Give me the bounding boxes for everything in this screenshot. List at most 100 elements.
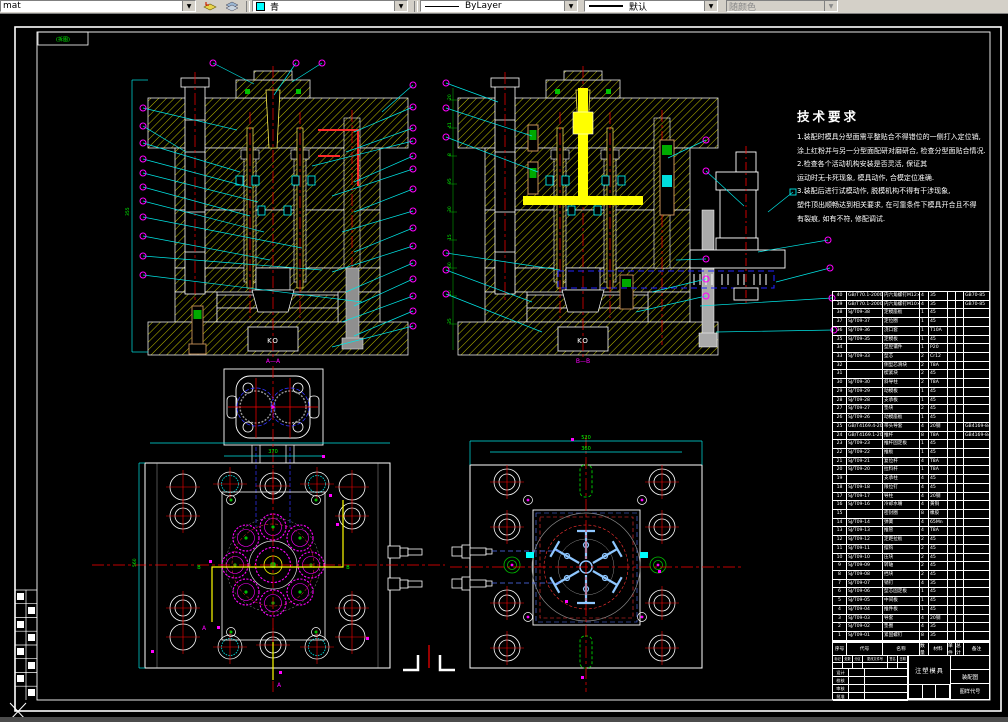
dim-label: 370 (268, 449, 278, 455)
dim-label: 360 (581, 446, 591, 452)
tech-requirements: 技术要求 1.装配时模具分型面需平整贴合不得错位的一侧打入定位销, 涂上红粉并与另… (797, 106, 1003, 226)
section-b-label: B—B (576, 358, 590, 365)
sheet-type-label: 装配图 (951, 670, 989, 684)
tech-requirement-line: 2.检查各个活动机构安装是否灵活, 保证其 (797, 160, 928, 169)
layer-color-swatch (256, 1, 265, 11)
text-style-combo[interactable]: mat ▼ (0, 0, 196, 12)
make-layer-current-button[interactable] (200, 0, 220, 12)
bom-row: 25GB/T4169.4-2006带头导套420钢GB4169-84 (833, 422, 989, 432)
bom-row: 20 SJ/T09-20 拉料杆 1 T8A (833, 466, 989, 476)
titleblock-empty-cell (951, 656, 989, 670)
title-block: 标记 处数 分区 更改文件号 签名 日期 设计 校核 审核 批准 注塑模具 装配图 图样代号 (832, 655, 990, 701)
application-window: (拆图) 355 KO A—A 20 41 8 95 30 15 60 10 3… (0, 0, 1008, 722)
plotstyle-value: 随颜色 (729, 2, 757, 12)
svg-text:20: 20 (447, 94, 453, 100)
bom-row: 26 SJ/T09-26 动模座板 1 45 (833, 414, 989, 423)
bom-row: 21 SJ/T09-21 复位杆 4 T8A (833, 457, 989, 467)
section-arrow-label: A (277, 682, 282, 689)
bom-row: 32 侧型芯滑块 2 T8A (833, 361, 989, 371)
tech-requirement-line: 运动时无卡死现象, 模具动作, 合模定位准确. (797, 173, 935, 182)
mark-label: B (346, 565, 350, 571)
bom-row: 35 SJ/T09-35 定模板 1 45 (833, 335, 989, 345)
bom-headers: 序号 代号 名称 数量 材料 单件 总计 备注 (832, 641, 990, 656)
layers-stack-icon (225, 1, 239, 11)
bom-row: 7 SJ/T09-07 销钉 4 35 (833, 579, 989, 589)
bom-row: 24GB/T4169.1-2006推杆8T8AGB4169-84 (833, 431, 989, 441)
dim-label: 560 (132, 558, 138, 567)
bom-row: 2 SJ/T09-02 垫圈 4 35 (833, 623, 989, 633)
dropdown-arrow-icon[interactable]: ▼ (182, 1, 195, 11)
bom-table: 40GB/T70.1-2000内六角螺钉M12×40435GB70-8539GB… (832, 291, 990, 656)
bom-row: 38 SJ/T09-38 定模座板 1 45 (833, 309, 989, 319)
titleblock-name-area: 注塑模具 装配图 图样代号 (909, 656, 989, 699)
tech-requirement-line: 涂上红粉并与另一分型面配研对磨研合, 检查分型面贴合情况. (797, 146, 986, 155)
bom-row: 36 SJ/T09-36 浇口套 1 T10A (833, 326, 989, 336)
tech-requirement-line: 塑件顶出顺畅达到相关要求, 在可靠条件下模具开合且不得 (797, 200, 977, 209)
layer-value: 青 (270, 2, 280, 12)
linetype-combo[interactable]: ByLayer ▼ (420, 0, 578, 12)
titleblock-approval-col: 设计 校核 审核 批准 (833, 669, 908, 701)
bom-row: 23 SJ/T09-23 推杆固定板 1 45 (833, 440, 989, 449)
ko-label-a: KO (267, 337, 279, 345)
tech-requirement-line: 有裂痕, 如有不符, 修配调试. (797, 214, 886, 223)
bom-row: 29 SJ/T09-29 动模板 1 45 (833, 387, 989, 397)
bom-row: 6 SJ/T09-06 型芯固定板 1 45 (833, 588, 989, 598)
toolbar-separator (246, 1, 250, 12)
plan-view-left: A A B B 560 370 (92, 366, 445, 692)
svg-text:15: 15 (447, 234, 453, 240)
sheet-corner-label: (拆图) (56, 36, 70, 43)
tech-requirement-line: 3.装配后进行试模动作, 脱模机构不得有干涉现象, (797, 187, 951, 196)
bom-row: 37 SJ/T09-37 定位圈 1 45 (833, 318, 989, 327)
section-view-b: 20418953015601035 (447, 65, 786, 361)
dropdown-arrow-icon[interactable]: ▼ (704, 1, 717, 11)
svg-text:8: 8 (447, 153, 453, 156)
bom-row: 28 SJ/T09-28 支承板 1 45 (833, 396, 989, 406)
bom-row: 33 SJ/T09-33 型芯 2 Cr12 (833, 353, 989, 362)
bom-row: 18 SJ/T09-18 限位钉 4 45 (833, 483, 989, 493)
drawing-code-label: 图样代号 (959, 689, 981, 695)
svg-text:95: 95 (447, 178, 453, 184)
dim-ticks-b: 20418953015601035 (447, 94, 453, 324)
titleblock-signature-area: 标记 处数 分区 更改文件号 签名 日期 设计 校核 审核 批准 (833, 656, 909, 701)
text-style-value: mat (3, 1, 21, 11)
bom-row: 5 SJ/T09-05 中间板 1 45 (833, 597, 989, 606)
ko-label-b: KO (577, 337, 589, 345)
bom-row: 17 SJ/T09-17 导柱 4 20钢 (833, 492, 989, 502)
lineweight-combo[interactable]: 默认 ▼ (584, 0, 718, 12)
toolbar-separator (414, 1, 418, 12)
dropdown-arrow-icon: ▼ (824, 1, 837, 11)
lineweight-value: 默认 (629, 2, 648, 12)
bom-row: 4 SJ/T09-04 推件板 1 45 (833, 605, 989, 615)
tech-requirement-line: 1.装配时模具分型面需平整贴合不得错位的一侧打入定位销, (797, 133, 981, 141)
layer-combo[interactable]: 青 ▼ (252, 0, 408, 12)
bom-row: 15 密封圈 8 橡胶 (833, 509, 989, 519)
bom-row: 12 SJ/T09-12 定距拉板 2 45 (833, 536, 989, 545)
plan-view-right: 520 360 (450, 435, 744, 692)
section-arrow-label: A (202, 625, 207, 632)
bom-row: 19 支承柱 4 45 (833, 475, 989, 484)
mark-label: B (197, 565, 201, 571)
bom-row: 27 SJ/T09-27 垫块 2 45 (833, 405, 989, 415)
drawing-title: 注塑模具 (909, 656, 950, 685)
toolbar: mat ▼ 青 ▼ ByLayer ▼ 默认 ▼ 随颜色 ▼ (0, 0, 1008, 14)
bom-row: 8 SJ/T09-08 挡块 2 45 (833, 571, 989, 580)
plotstyle-combo: 随颜色 ▼ (726, 0, 838, 12)
lineweight-sample-icon (589, 5, 623, 7)
bom-row: 31 楔紧块 2 45 (833, 370, 989, 380)
tech-requirement-lines: 1.装配时模具分型面需平整贴合不得错位的一侧打入定位销, 涂上红粉并与另一分型面配… (797, 131, 1003, 226)
bom-row: 1 SJ/T09-01 紧固螺钉 8 35 (833, 632, 989, 641)
bom-rows: 40GB/T70.1-2000内六角螺钉M12×40435GB70-8539GB… (832, 291, 990, 642)
balloon-dots (565, 438, 661, 679)
bom-row: 22 SJ/T09-22 推板 1 45 (833, 448, 989, 458)
bom-row: 3 SJ/T09-03 导套 4 20钢 (833, 614, 989, 624)
layer-properties-button[interactable] (222, 0, 242, 12)
linetype-sample-icon (425, 5, 459, 7)
dim-label: 520 (581, 435, 591, 441)
tech-requirements-title: 技术要求 (797, 109, 860, 124)
dropdown-arrow-icon[interactable]: ▼ (394, 1, 407, 11)
bom-row: 34 型腔镶件 1 P20 (833, 344, 989, 354)
bom-row: 30 SJ/T09-30 斜导柱 2 T8A (833, 379, 989, 388)
dropdown-arrow-icon[interactable]: ▼ (564, 1, 577, 11)
svg-text:41: 41 (447, 122, 453, 128)
bom-row: 10 SJ/T09-10 压块 2 45 (833, 553, 989, 563)
